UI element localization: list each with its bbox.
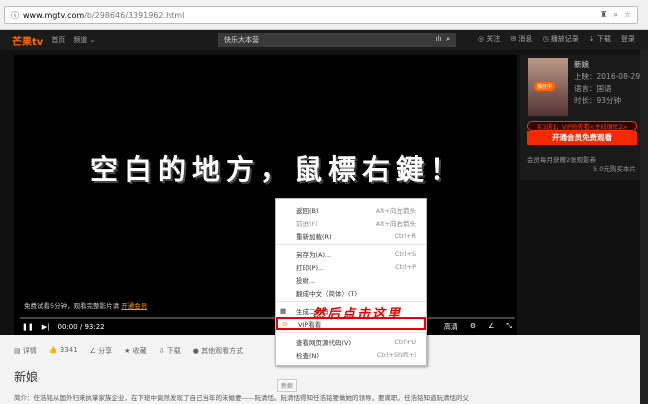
share-icon[interactable]: ∠	[488, 322, 494, 332]
movie-title: 新娘	[574, 60, 589, 69]
address-bar[interactable]: ⓘ www.mgtv.com/b/298646/3391962.html ♜ ⌕ ☆	[4, 6, 638, 24]
language: 语言：国语	[574, 84, 612, 93]
divider	[276, 244, 426, 245]
menu-back[interactable]: 返回(B) Alt+向左箭头	[276, 203, 426, 216]
context-menu: 返回(B) Alt+向左箭头 前进(F) Alt+向右箭头 重新加载(R) Ctrl+…	[275, 198, 427, 366]
menu-view-source[interactable]: 查看网页源代码(V) Ctrl+U	[276, 335, 426, 348]
quality-button[interactable]: 高清	[444, 322, 458, 332]
player-controls: ❚❚ ▶| 00:00 / 93:22 高清 ⚙ ∠ ⤡	[22, 322, 512, 332]
url-path: /b/298646/3391962.html	[84, 10, 185, 20]
next-icon[interactable]: ▶|	[42, 323, 50, 331]
zoom-icon[interactable]: ⌕	[613, 10, 617, 20]
menu-reload[interactable]: 重新加载(R) Ctrl+R	[276, 229, 426, 242]
share-button[interactable]: ∠ 分享	[90, 346, 113, 356]
release-date: 上映：2016-08-29	[574, 72, 641, 81]
play-circle-icon: ⊙	[282, 319, 288, 328]
nav-history[interactable]: ◷ 播放记录	[542, 34, 578, 44]
movie-meta: 新娘 上映：2016-08-29 语言：国语 时长：93分钟	[574, 59, 640, 107]
playing-badge: 播放中	[534, 82, 556, 91]
pause-icon[interactable]: ❚❚	[22, 323, 34, 331]
nav-download[interactable]: ⇣ 下载	[589, 34, 611, 44]
scrollbar[interactable]	[640, 50, 648, 404]
menu-cast[interactable]: 投射...	[276, 273, 426, 286]
url-host: www.mgtv.com	[23, 10, 85, 20]
trial-notice: 免费试看5分钟，观看完整影片请 开通会员	[24, 300, 147, 310]
download-button[interactable]: ⇩ 下载	[159, 346, 181, 356]
qrcode-icon: ▦	[280, 306, 287, 315]
menu-translate[interactable]: 翻成中文（简体）(T)	[276, 286, 426, 299]
menu-print[interactable]: 打印(P)... Ctrl+P	[276, 260, 426, 273]
search-input[interactable]: 快乐大本营 ılı ⌕	[218, 33, 456, 47]
coupon-note: 会员每月获赠2张观影券	[527, 156, 597, 164]
fullscreen-icon[interactable]: ⤡	[506, 322, 512, 332]
voice-icon[interactable]: ılı	[436, 35, 442, 43]
detail-button[interactable]: ▤ 详情	[14, 346, 37, 356]
extension-icon[interactable]: ♜	[600, 10, 607, 20]
divider	[276, 301, 426, 302]
annotation-text: 然后点击这里	[312, 307, 403, 322]
buy-note[interactable]: 5.0元购买本片	[593, 163, 636, 173]
trial-vip-link[interactable]: 开通会员	[121, 302, 147, 310]
nav-login[interactable]: 登录	[621, 34, 635, 44]
bookmark-star-icon[interactable]: ☆	[624, 10, 631, 20]
menu-forward[interactable]: 前进(F) Alt+向右箭头	[276, 216, 426, 229]
search-icon[interactable]: ⌕	[446, 35, 450, 43]
nav-messages[interactable]: ✉ 消息	[510, 34, 532, 44]
video-player[interactable]	[14, 55, 517, 335]
vip-button[interactable]: 开通会员免费观看	[527, 131, 637, 145]
overlay-text: 空白的地方，鼠標右鍵！	[90, 153, 465, 186]
mgtv-logo[interactable]: 芒果tv	[12, 33, 43, 48]
nav-home[interactable]: 首页	[51, 35, 65, 45]
description: 简介：任浩铭从国外归来执掌家族企业，在下班中竟然发现了自己当年的未婚妻——阮清恬…	[14, 394, 469, 402]
progress-bar[interactable]	[20, 317, 515, 319]
promo-banner[interactable]: 买3送1，VIP抢先看<主妇很忙2>	[527, 121, 637, 131]
info-icon[interactable]: ⓘ	[11, 10, 19, 21]
tooltip: 新娘	[277, 379, 298, 392]
menu-save-as[interactable]: 另存为(A)... Ctrl+S	[276, 247, 426, 260]
duration: 时长：93分钟	[574, 96, 622, 105]
trial-text: 免费试看5分钟，观看完整影片请	[24, 302, 120, 310]
favorite-button[interactable]: ★ 收藏	[124, 346, 147, 356]
nav-channels[interactable]: 频道 ⌄	[73, 35, 95, 45]
search-value: 快乐大本营	[224, 36, 259, 44]
time-display: 00:00 / 93:22	[57, 323, 105, 331]
divider	[276, 332, 426, 333]
movie-poster[interactable]: 播放中	[528, 58, 568, 116]
nav-follow[interactable]: ◎ 关注	[478, 34, 500, 44]
action-bar: ▤ 详情 👍 3341 ∠ 分享 ★ 收藏 ⇩ 下载 ● 其他观看方式	[14, 346, 243, 356]
menu-inspect[interactable]: 检查(N) Ctrl+Shift+I	[276, 348, 426, 361]
settings-icon[interactable]: ⚙	[470, 322, 476, 332]
page-title: 新娘	[14, 370, 39, 384]
like-button[interactable]: 👍 3341	[49, 346, 78, 356]
other-ways-button[interactable]: ● 其他观看方式	[193, 346, 243, 356]
